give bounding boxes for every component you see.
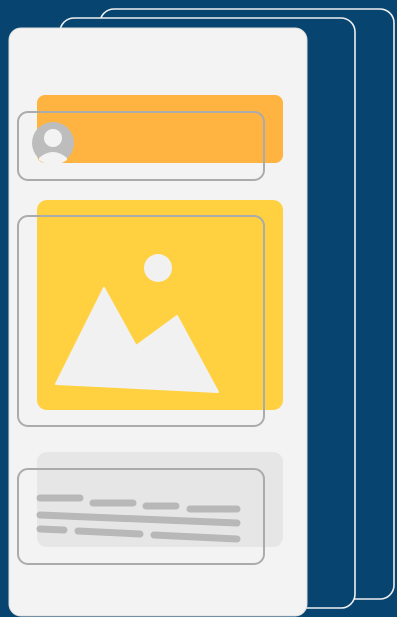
- header-bar: [37, 95, 283, 163]
- text-line: [36, 525, 68, 534]
- text-line: [150, 531, 241, 543]
- image-block: [17, 200, 283, 427]
- phone-wireframe-illustration: [8, 8, 395, 617]
- sun-circle: [144, 254, 172, 282]
- text-line: [74, 527, 144, 538]
